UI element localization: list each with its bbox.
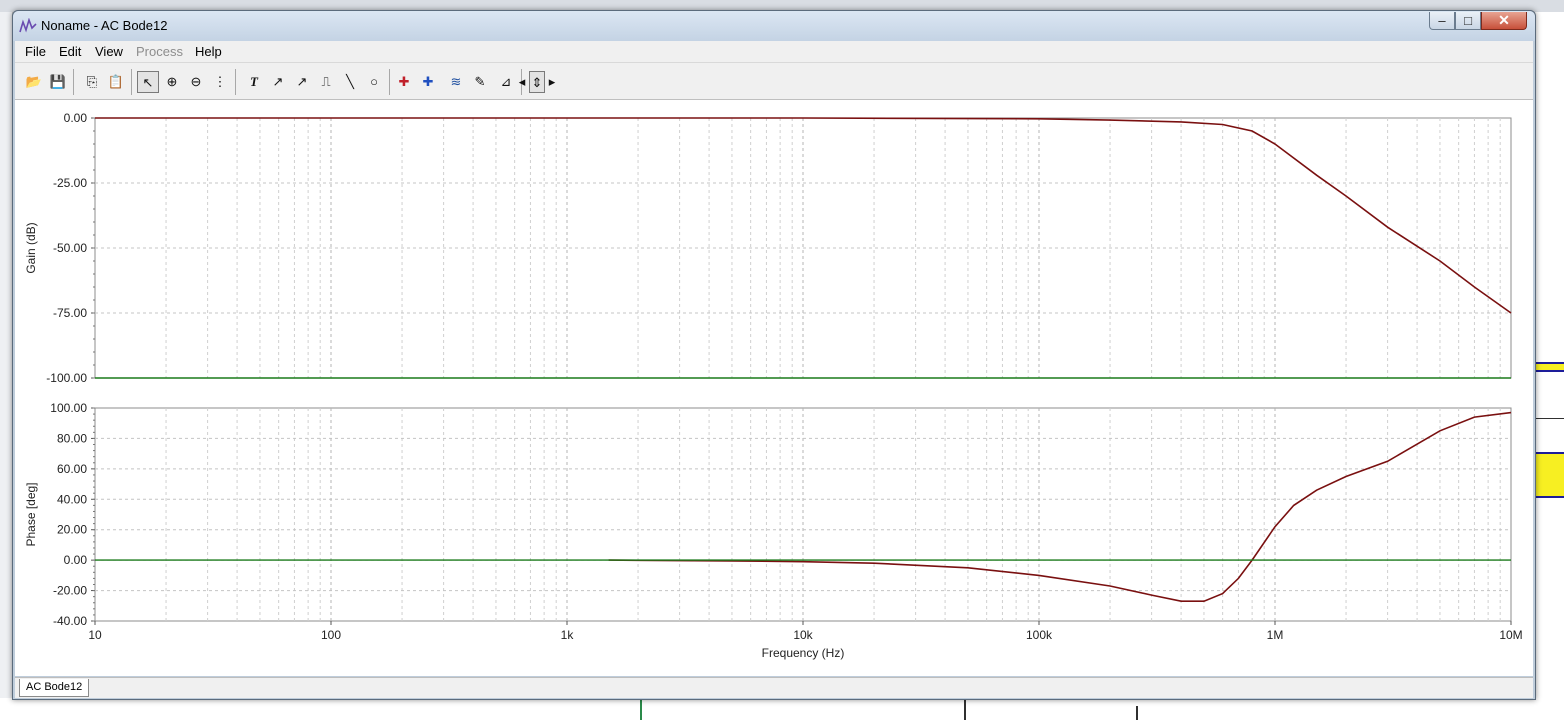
y-axis-label: Phase [deg] [24,482,38,546]
open-folder-icon[interactable]: 📂 [23,71,45,93]
copy-icon[interactable]: ⎘ [81,71,103,93]
x-tick-label: 1M [1267,628,1284,642]
y-tick-label: -25.00 [53,176,87,190]
bode-plot-svg[interactable]: 0.00 -25.00 -50.00 -75.00 -100.00 Gain (dB) 10… [15,100,1533,676]
x-tick-label: 10k [793,628,813,642]
x-tick-label: 100k [1026,628,1053,642]
title-bar[interactable]: Noname - AC Bode12 – □ ✕ [13,11,1535,41]
y-tick-label: 100.00 [50,401,87,415]
line-tool-icon[interactable]: ╲ [339,71,361,93]
y-tick-label: 0.00 [64,111,88,125]
x-axis-label: Frequency (Hz) [762,646,845,660]
x-tick-label: 10 [88,628,102,642]
y-tick-label: -20.00 [53,584,87,598]
curve-label-icon[interactable]: ↗ [267,71,289,93]
maximize-icon: □ [1464,13,1472,28]
x-tick-label: 100 [321,628,341,642]
bode-window: Noname - AC Bode12 – □ ✕ File Edit View … [12,10,1536,700]
close-icon: ✕ [1498,12,1510,28]
maximize-button[interactable]: □ [1455,12,1481,30]
y-tick-label: 20.00 [57,523,87,537]
toolbar-separator [131,69,132,95]
minimize-icon: – [1438,13,1446,28]
zoom-in-icon[interactable]: ⊕ [161,71,183,93]
menu-view[interactable]: View [95,44,123,59]
circle-tool-icon[interactable]: ○ [363,71,385,93]
wave-tool-icon[interactable]: ≋ [445,71,467,93]
y-tick-label: 40.00 [57,492,87,506]
menu-edit[interactable]: Edit [59,44,81,59]
background-schematic-wire [640,700,642,720]
cursor-a-icon[interactable]: ✚ [393,71,415,93]
nav-left-icon[interactable]: ◂ [515,71,529,93]
background-bottom-strip [0,698,1564,720]
menu-file[interactable]: File [25,44,46,59]
grid-icon[interactable]: ⋮ [209,71,231,93]
menu-help[interactable]: Help [195,44,222,59]
nav-updown-icon[interactable]: ⇕ [529,71,545,93]
x-tick-label: 1k [561,628,575,642]
toolbar: 📂 💾 ⎘ 📋 ↖ ⊕ ⊖ ⋮ T ↗ ↗ ⎍ ╲ ○ ✚ ✚ ≋ ✎ ⊿ ◂ … [15,63,1533,100]
paste-icon[interactable]: 📋 [105,71,127,93]
y-tick-label: -75.00 [53,306,87,320]
app-icon [19,18,37,33]
curve-label-2-icon[interactable]: ↗ [291,71,313,93]
background-yellow-block [1536,452,1564,498]
y-tick-label: -50.00 [53,241,87,255]
y-tick-label: 0.00 [64,553,88,567]
zoom-out-icon[interactable]: ⊖ [185,71,207,93]
background-schematic-wire-3 [1136,706,1138,720]
x-tick-label: 10M [1499,628,1522,642]
y-tick-label: -40.00 [53,614,87,628]
y-tick-label: 80.00 [57,431,87,445]
tab-bar: AC Bode12 [15,677,1533,698]
text-tool-icon[interactable]: T [243,71,265,93]
menu-bar: File Edit View Process Help [15,41,1533,63]
y-axis-label: Gain (dB) [24,222,38,273]
background-schematic-wire-2 [964,700,966,720]
toolbar-separator [73,69,74,95]
tab-ac-bode12[interactable]: AC Bode12 [19,679,90,697]
save-disk-icon[interactable]: 💾 [47,71,69,93]
nav-right-icon[interactable]: ▸ [545,71,559,93]
cursor-b-icon[interactable]: ✚ [417,71,439,93]
y-tick-label: 60.00 [57,462,87,476]
flag-icon[interactable]: ⊿ [495,71,517,93]
probe-pen-icon[interactable]: ✎ [469,71,491,93]
step-label-icon[interactable]: ⎍ [315,71,337,93]
bode-plot-area[interactable]: 0.00 -25.00 -50.00 -75.00 -100.00 Gain (dB) 10… [15,100,1533,676]
window-title: Noname - AC Bode12 [41,18,168,33]
background-yellow-bar [1536,362,1564,372]
select-arrow-icon[interactable]: ↖ [137,71,159,93]
toolbar-separator [389,69,390,95]
background-schematic-line [1536,418,1564,419]
minimize-button[interactable]: – [1429,12,1455,30]
toolbar-separator [235,69,236,95]
menu-process[interactable]: Process [136,44,183,59]
close-button[interactable]: ✕ [1481,12,1527,30]
y-tick-label: -100.00 [46,371,87,385]
